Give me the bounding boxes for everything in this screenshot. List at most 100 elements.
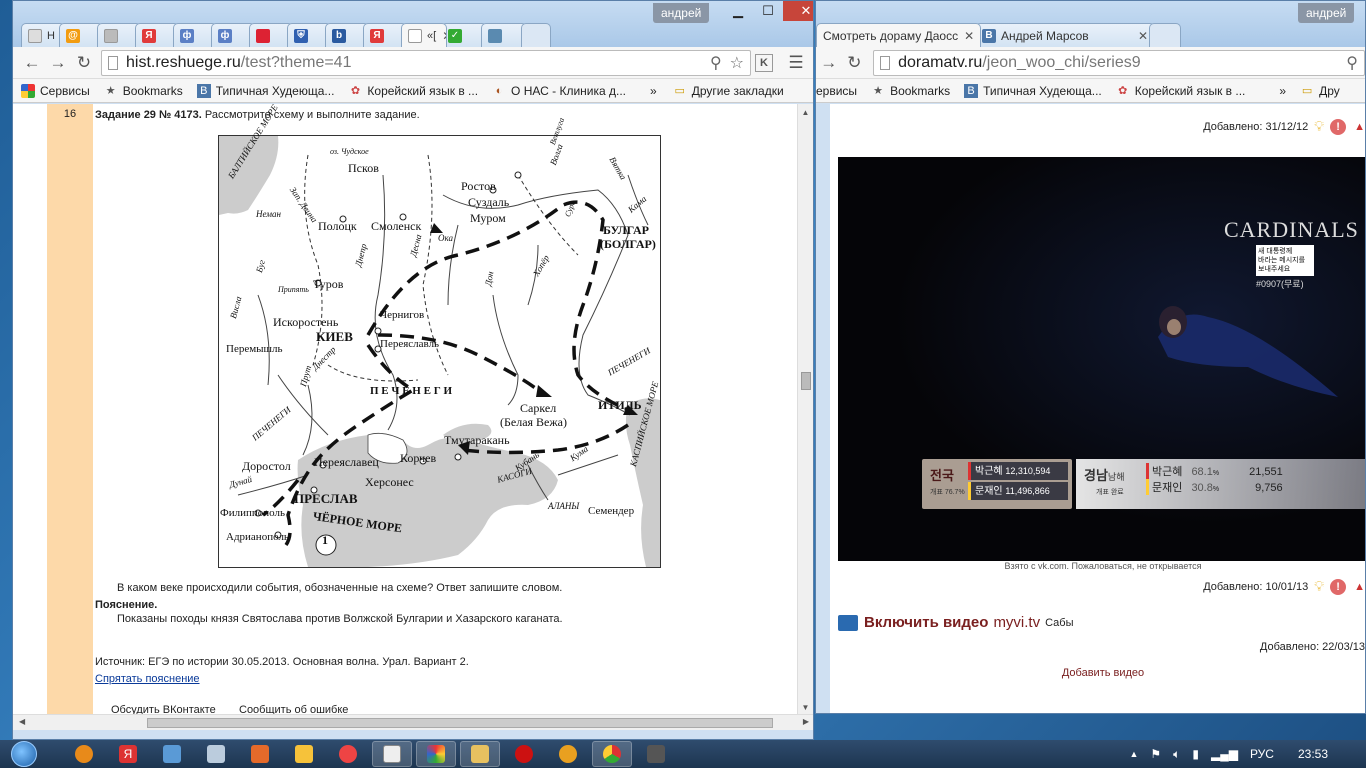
taskbar-app-2[interactable]: Я	[108, 741, 148, 767]
right-address-bar[interactable]: doramatv.ru/jeon_woo_chi/series9 ⚲	[873, 49, 1365, 76]
flag-icon[interactable]: ⚑	[1150, 747, 1161, 761]
forward-icon[interactable]: →	[45, 50, 71, 76]
video-credit[interactable]: Взято с vk.com. Пожаловаться, не открыва…	[838, 561, 1365, 571]
candidate-name: 문재인	[975, 486, 1003, 497]
bookmark-korean[interactable]: ✿ Корейский язык в ...	[348, 84, 478, 98]
vertical-scrollbar[interactable]: ▲ ▼	[797, 104, 813, 714]
left-address-bar[interactable]: hist.reshuege.ru/test?theme=41 ⚲ ☆	[101, 49, 751, 76]
bookmark-services[interactable]: Сервисы	[21, 83, 90, 98]
taskbar-app-9[interactable]	[416, 741, 456, 767]
star-icon: ★	[873, 84, 883, 97]
bookmark-clinic[interactable]: ◐ О НАС - Клиника д...	[492, 84, 626, 98]
forward-icon[interactable]: →	[816, 50, 842, 76]
tab-dorama-label: Смотреть дораму Даосс	[823, 28, 959, 43]
back-icon[interactable]: ←	[19, 50, 45, 76]
tab-close-icon[interactable]: ✕	[958, 29, 974, 43]
flag-icon[interactable]: ▲	[1354, 121, 1365, 133]
bookmark-vk[interactable]: B Типичная Худеюща...	[196, 83, 334, 98]
vk-icon: B	[982, 28, 996, 43]
reload-icon[interactable]: ↻	[71, 50, 97, 76]
taskbar-app-1[interactable]	[64, 741, 104, 767]
minimize-icon[interactable]: ▁	[723, 1, 753, 21]
horizontal-scrollbar[interactable]: ◀ ▶	[13, 714, 813, 730]
right-page-content: Добавлено: 31/12/12 💡︎ ! ▲ CARDINALS 새 대…	[830, 104, 1365, 713]
taskbar-app-6[interactable]	[284, 741, 324, 767]
system-tray: ▲ ⚑ 🔈︎ ▮ ▂▄▆ РУС 23:53	[1129, 747, 1366, 762]
right-user-badge[interactable]: андрей	[1298, 3, 1355, 23]
new-tab-button[interactable]	[1149, 23, 1181, 47]
tab-vk-andrey[interactable]: B Андрей Марсов ✕	[975, 23, 1155, 47]
tab-close-icon[interactable]: ✕	[436, 29, 446, 43]
tab-10[interactable]: «[✕	[401, 23, 447, 47]
video-subs: Сабы	[1045, 616, 1074, 629]
scrollbar-thumb[interactable]	[801, 372, 811, 390]
video-player[interactable]: CARDINALS 새 대통령께 바라는 메시지를 보내주세요 #0907(무료…	[838, 157, 1365, 561]
search-icon[interactable]: ⚲	[1346, 53, 1358, 73]
taskbar-app-7[interactable]	[328, 741, 368, 767]
left-user-badge[interactable]: андрей	[653, 3, 710, 23]
network-icon[interactable]: ▂▄▆	[1211, 747, 1238, 761]
windows-logo-icon	[11, 741, 37, 767]
box-line: 새 대통령께	[1258, 248, 1293, 255]
bookmark-vk[interactable]: B Типичная Худеюща...	[964, 83, 1102, 98]
search-icon[interactable]: ⚲	[710, 53, 722, 73]
bookmark-bookmarks[interactable]: ★ Bookmarks	[871, 84, 950, 98]
bookmark-services[interactable]: ервисы	[816, 84, 857, 98]
tab-favicon-icon: @	[66, 28, 80, 43]
new-tab-button[interactable]	[521, 23, 551, 47]
alert-icon[interactable]: !	[1330, 118, 1347, 135]
bookmark-label: Сервисы	[40, 83, 90, 98]
maximize-icon[interactable]: ☐	[753, 1, 783, 21]
grid-icon	[21, 83, 35, 98]
scroll-down-icon[interactable]: ▼	[798, 703, 813, 712]
taskbar-app-14[interactable]	[636, 741, 676, 767]
scroll-left-icon[interactable]: ◀	[19, 717, 25, 726]
language-indicator[interactable]: РУС	[1250, 747, 1274, 761]
menu-icon[interactable]: ☰	[783, 50, 809, 76]
scroll-up-icon[interactable]: ▲	[798, 108, 813, 117]
tab-dorama[interactable]: Смотреть дораму Даосс ✕	[816, 23, 981, 47]
alert-icon[interactable]: !	[1330, 578, 1347, 595]
star-icon[interactable]: ☆	[730, 53, 744, 73]
taskbar-app-11[interactable]	[504, 741, 544, 767]
clock[interactable]: 23:53	[1298, 747, 1328, 761]
candidate-pct: 68.1	[1191, 466, 1213, 478]
volume-icon[interactable]: 🔈︎	[1173, 747, 1180, 762]
bookmarks-more[interactable]: »	[650, 84, 657, 98]
taskbar-app-3[interactable]	[152, 741, 192, 767]
hscroll-thumb[interactable]	[147, 718, 773, 728]
bookmark-label: Bookmarks	[890, 83, 951, 98]
flag-icon[interactable]: ▲	[1354, 581, 1365, 593]
start-button[interactable]	[6, 740, 42, 768]
taskbar-app-10[interactable]	[460, 741, 500, 767]
tab-close-icon[interactable]: ✕	[1132, 29, 1148, 43]
bookmark-bookmarks[interactable]: ★ Bookmarks	[104, 84, 183, 98]
taskbar-app-4[interactable]	[196, 741, 236, 767]
tray-expand-icon[interactable]: ▲	[1129, 749, 1138, 759]
other-bookmarks[interactable]: ▭ Другие закладки	[673, 84, 784, 98]
hide-explanation-link[interactable]: Спрятать пояснение	[95, 673, 200, 685]
mail-icon	[163, 745, 181, 763]
reload-icon[interactable]: ↻	[842, 50, 868, 76]
other-bookmarks[interactable]: ▭ Дру	[1300, 84, 1340, 98]
close-icon[interactable]: ✕	[783, 1, 813, 21]
bulb-icon[interactable]: 💡︎	[1314, 578, 1324, 595]
video-banner: CARDINALS	[1224, 217, 1359, 242]
taskbar-app-12[interactable]	[548, 741, 588, 767]
tab-label: Н	[47, 29, 55, 42]
add-video-link[interactable]: Добавить видео	[838, 667, 1365, 679]
hide-explanation-link-text[interactable]: Спрятать пояснение	[95, 673, 200, 685]
bookmark-korean[interactable]: ✿ Корейский язык в ...	[1116, 84, 1245, 98]
bulb-icon[interactable]: 💡︎	[1314, 118, 1324, 135]
taskbar-app-5[interactable]	[240, 741, 280, 767]
task-number-column: 16	[47, 104, 93, 714]
battery-icon[interactable]: ▮	[1192, 747, 1199, 761]
scroll-right-icon[interactable]: ▶	[803, 717, 809, 726]
bookmarks-more[interactable]: »	[1279, 84, 1286, 98]
extension-k-icon[interactable]: K	[755, 53, 773, 72]
taskbar-app-chrome[interactable]	[592, 741, 632, 767]
task-number: 16	[63, 108, 77, 120]
taskbar-app-8[interactable]	[372, 741, 412, 767]
enable-video-link[interactable]: Включить видео	[864, 614, 988, 631]
region-row: 박근혜 68.1% 21,551	[1146, 463, 1283, 479]
